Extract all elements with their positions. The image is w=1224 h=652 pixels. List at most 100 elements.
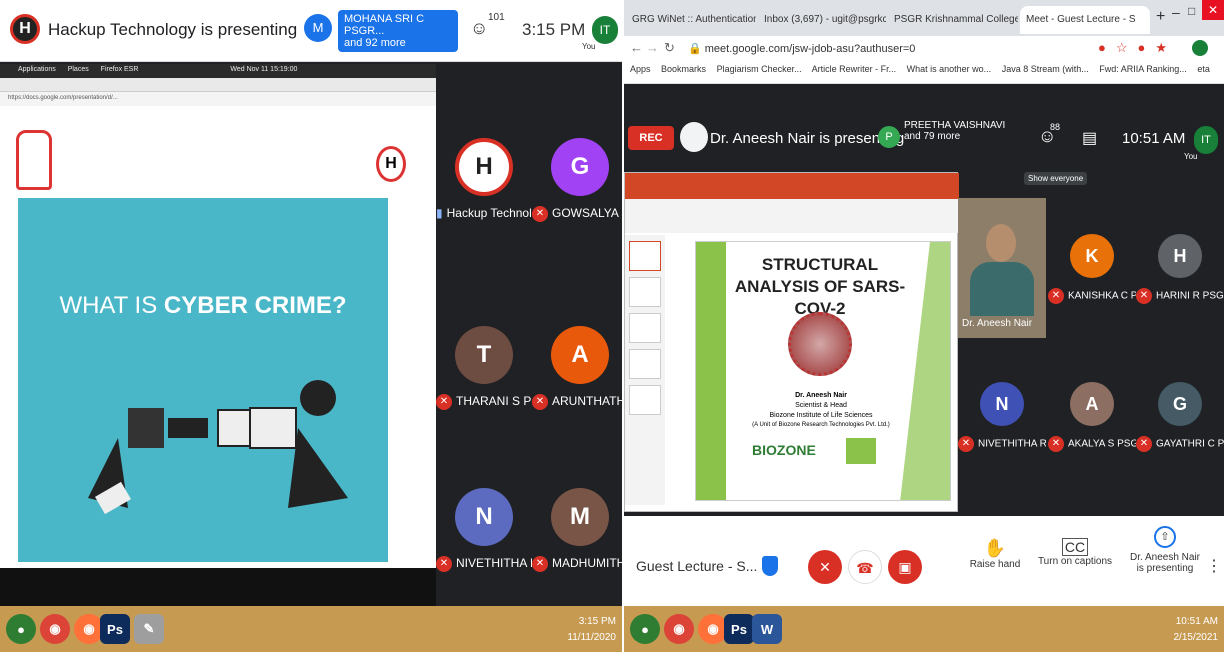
- presenter-video[interactable]: Dr. Aneesh Nair: [958, 198, 1046, 338]
- browser-tab[interactable]: Inbox (3,697) - ugit@psgrkcw: [758, 6, 886, 34]
- slide-author: Dr. Aneesh Nair: [795, 392, 847, 399]
- browser-toolbar: ← → ↻ 🔒 meet.google.com/jsw-jdob-asu?aut…: [624, 36, 1224, 84]
- meet-controls-bar: Guest Lecture - S... ⌃ ✕ ☎ ▣ ✋ Raise han…: [624, 516, 1224, 606]
- cyber-crime-illustration: [88, 380, 348, 515]
- camera-toggle-button[interactable]: ▣: [888, 550, 922, 584]
- presenter-label: Dr. Aneesh Nair is presenting: [710, 130, 905, 147]
- participant-tile[interactable]: H ▮Hackup Technol...: [436, 124, 532, 234]
- presenting-button[interactable]: ⇧ Dr. Aneesh Nair is presenting: [1120, 526, 1210, 574]
- participant-tile[interactable]: G ✕GAYATHRI C PS...: [1136, 368, 1224, 478]
- mic-toggle-button[interactable]: ✕: [808, 550, 842, 584]
- participant-tile[interactable]: A ✕AKALYA S PSGR...: [1048, 368, 1136, 478]
- slide-title-b: CYBER CRIME?: [163, 292, 347, 319]
- presenting-label-a: Dr. Aneesh Nair: [1129, 552, 1201, 563]
- participant-name: ✕GAYATHRI C PS...: [1136, 436, 1224, 452]
- mic-off-icon: ✕: [436, 394, 452, 410]
- places-menu[interactable]: Places: [68, 66, 89, 73]
- forward-icon[interactable]: →: [646, 40, 659, 55]
- new-tab-icon[interactable]: +: [1156, 8, 1165, 26]
- participant-name: ✕THARANI S PSG...: [436, 394, 532, 410]
- mic-off-icon: ✕: [1048, 288, 1064, 304]
- photoshop-icon[interactable]: Ps: [100, 614, 130, 644]
- close-window-icon[interactable]: ✕: [1202, 0, 1224, 20]
- chrome-icon[interactable]: ◉: [40, 614, 70, 644]
- bookmark-eta[interactable]: eta: [1197, 64, 1210, 74]
- participant-more: and 79 more: [904, 131, 961, 142]
- leave-call-button[interactable]: ☎: [848, 550, 882, 584]
- firefox-launcher[interactable]: Firefox ESR: [101, 66, 139, 73]
- bookmark-java[interactable]: Java 8 Stream (with...: [1002, 64, 1089, 74]
- presenter-video-name: Dr. Aneesh Nair: [962, 318, 1033, 329]
- mic-off-icon: ✕: [1136, 436, 1152, 452]
- clock: 10:51 AM: [1122, 130, 1186, 147]
- mic-off-icon: ✕: [958, 436, 974, 452]
- participant-name: ✕NIVETHITHA R P...: [436, 556, 532, 572]
- presenter-body: [970, 262, 1034, 316]
- browser-tab[interactable]: GRG WiNet :: Authentication: [626, 6, 756, 34]
- reload-icon[interactable]: ↻: [664, 40, 675, 56]
- people-icon[interactable]: ☺: [470, 18, 488, 39]
- mic-off-icon: ✕: [1136, 288, 1152, 304]
- mic-off-icon: ✕: [532, 556, 548, 572]
- participant-tile[interactable]: T ✕THARANI S PSG...: [436, 312, 532, 422]
- self-label: You: [1184, 152, 1198, 161]
- linux-panel: Applications Places Firefox ESR Wed Nov …: [0, 64, 436, 78]
- app-icon[interactable]: ✎: [134, 614, 164, 644]
- participant-tile[interactable]: N ✕NIVETHITHA R P...: [436, 474, 532, 584]
- slide-org2: (A Unit of Biozone Research Technologies…: [752, 422, 890, 428]
- bookmark-plagiarism[interactable]: Plagiarism Checker...: [717, 64, 802, 74]
- participant-avatar[interactable]: M: [304, 14, 332, 42]
- browser-tab[interactable]: PSGR Krishnammal College f: [888, 6, 1018, 34]
- bookmark-bookmarks[interactable]: Bookmarks: [661, 64, 706, 74]
- maximize-icon[interactable]: □: [1188, 4, 1195, 18]
- participant-avatar: N: [455, 488, 513, 546]
- shared-url-bar: https://docs.google.com/presentation/d/.…: [0, 92, 436, 106]
- participant-tile[interactable]: N ✕NIVETHITHA R...: [958, 368, 1046, 478]
- ppt-thumbnails: [625, 235, 665, 505]
- ppt-ribbon-tools: [625, 199, 959, 233]
- participant-avatar: A: [551, 326, 609, 384]
- bookmark-rewriter[interactable]: Article Rewriter - Fr...: [812, 64, 897, 74]
- start-button-icon[interactable]: ●: [6, 614, 36, 644]
- participant-chip[interactable]: PREETHA VAISHNAVI N PSGR... and 79 more: [904, 120, 1008, 142]
- raise-hand-button[interactable]: ✋ Raise hand: [960, 538, 1030, 570]
- security-shield-icon[interactable]: [762, 556, 778, 576]
- slide-org: Biozone Institute of Life Sciences: [769, 412, 873, 419]
- word-icon[interactable]: W: [752, 614, 782, 644]
- taskbar-date: 11/11/2020: [567, 632, 616, 643]
- browser-tabstrip: GRG WiNet :: Authentication Inbox (3,697…: [624, 0, 1224, 36]
- slide-title: WHAT IS CYBER CRIME?: [18, 292, 388, 320]
- participant-tile[interactable]: H ✕HARINI R PSGR...: [1136, 220, 1224, 330]
- mic-off-icon: ✕: [436, 556, 452, 572]
- chat-icon[interactable]: ▤: [1082, 128, 1097, 148]
- bookmark-anotherword[interactable]: What is another wo...: [907, 64, 992, 74]
- participant-name: ✕KANISHKA C PS...: [1048, 288, 1136, 304]
- start-button-icon[interactable]: ●: [630, 614, 660, 644]
- minimize-icon[interactable]: –: [1172, 4, 1180, 20]
- more-options-icon[interactable]: ⋮: [1206, 556, 1222, 576]
- biozone-logo: BIOZONE: [752, 442, 816, 458]
- captions-button[interactable]: CC Turn on captions: [1030, 538, 1120, 567]
- profile-icon[interactable]: [1192, 40, 1208, 56]
- participant-tile[interactable]: A ✕ARUNTHATHI K...: [532, 312, 622, 422]
- bookmark-ariia[interactable]: Fwd: ARIIA Ranking...: [1099, 64, 1187, 74]
- applications-menu[interactable]: Applications: [18, 66, 56, 73]
- chrome-icon[interactable]: ◉: [664, 614, 694, 644]
- participant-tile[interactable]: M ✕MADHUMITHA A...: [532, 474, 622, 584]
- address-bar[interactable]: 🔒 meet.google.com/jsw-jdob-asu?authuser=…: [684, 40, 1084, 58]
- meeting-name[interactable]: Guest Lecture - S... ⌃: [636, 558, 773, 575]
- participant-tile[interactable]: K ✕KANISHKA C PS...: [1048, 220, 1136, 330]
- self-label: You: [582, 42, 596, 51]
- participant-name: ✕GOWSALYA J PS...: [532, 206, 622, 222]
- bookmark-apps[interactable]: Apps: [630, 64, 651, 74]
- self-avatar[interactable]: IT: [1194, 126, 1218, 154]
- participant-avatar[interactable]: P: [878, 126, 900, 148]
- presenter-photo: [680, 122, 708, 152]
- participant-tile[interactable]: G ✕GOWSALYA J PS...: [532, 124, 622, 234]
- photoshop-icon[interactable]: Ps: [724, 614, 754, 644]
- browser-tab-active[interactable]: Meet - Guest Lecture - S: [1020, 6, 1150, 34]
- participant-chip[interactable]: MOHANA SRI C PSGR... and 92 more: [338, 10, 458, 52]
- self-avatar[interactable]: IT: [592, 16, 618, 44]
- slide-seal: [846, 438, 876, 464]
- back-icon[interactable]: ←: [630, 40, 643, 55]
